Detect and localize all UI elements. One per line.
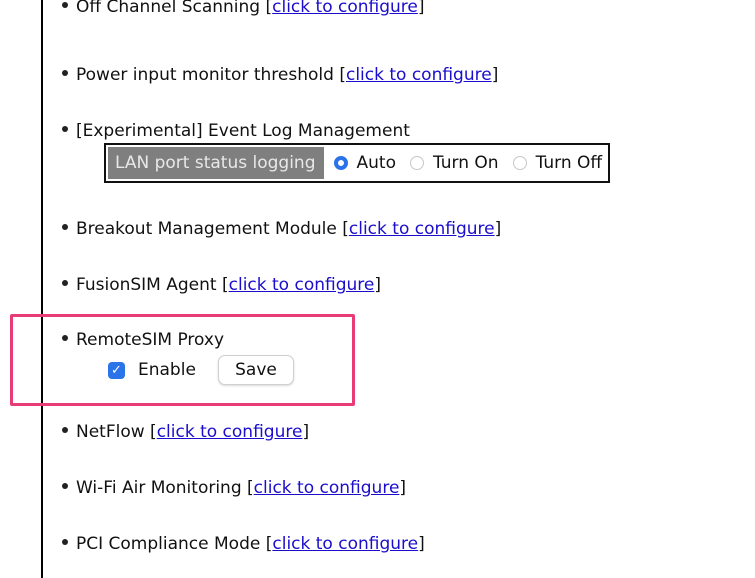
item-label: Wi-Fi Air Monitoring [76, 478, 242, 498]
list-item-netflow: NetFlow [click to configure] [62, 421, 309, 443]
list-item-off-channel-scanning: Off Channel Scanning [click to configure… [62, 0, 425, 18]
bullet-icon [62, 335, 68, 341]
power-input-monitor-configure-link[interactable]: click to configure [346, 65, 492, 85]
bullet-icon [62, 70, 68, 76]
bullet-icon [62, 539, 68, 545]
settings-page: Off Channel Scanning [click to configure… [0, 0, 755, 578]
list-item-breakout-management-module: Breakout Management Module [click to con… [62, 218, 501, 240]
lan-port-status-logging-label: LAN port status logging [108, 147, 324, 179]
list-item-wifi-air-monitoring: Wi-Fi Air Monitoring [click to configure… [62, 477, 406, 499]
netflow-configure-link[interactable]: click to configure [157, 422, 303, 442]
bullet-icon [62, 427, 68, 433]
radio-turn-off-label: Turn Off [535, 153, 603, 173]
remotesim-enable-checkbox[interactable]: ✓ [108, 362, 125, 379]
bullet-icon [62, 224, 68, 230]
lan-port-status-logging-table: LAN port status logging Auto Turn On Tur… [104, 143, 611, 183]
item-label: Power input monitor threshold [76, 65, 334, 85]
list-item-event-log-management: [Experimental] Event Log Management [62, 120, 410, 142]
item-label: NetFlow [76, 422, 145, 442]
pci-compliance-configure-link[interactable]: click to configure [272, 534, 418, 554]
radio-turn-on-label: Turn On [432, 153, 499, 173]
bullet-icon [62, 2, 68, 8]
list-item-pci-compliance-mode: PCI Compliance Mode [click to configure] [62, 533, 425, 555]
item-label: PCI Compliance Mode [76, 534, 261, 554]
breakout-management-configure-link[interactable]: click to configure [349, 219, 495, 239]
list-item-fusionsim-agent: FusionSIM Agent [click to configure] [62, 274, 381, 296]
fusionsim-agent-configure-link[interactable]: click to configure [229, 275, 375, 295]
left-border-rule [41, 0, 43, 578]
remotesim-save-button[interactable]: Save [218, 355, 294, 385]
bullet-icon [62, 126, 68, 132]
bullet-icon [62, 280, 68, 286]
wifi-air-monitoring-configure-link[interactable]: click to configure [254, 478, 400, 498]
item-label: Off Channel Scanning [76, 0, 261, 17]
radio-auto-label: Auto [356, 153, 396, 173]
radio-auto[interactable] [333, 156, 348, 170]
lan-port-status-logging-options: Auto Turn On Turn Off [326, 145, 609, 181]
item-label: Breakout Management Module [76, 219, 337, 239]
off-channel-scanning-configure-link[interactable]: click to configure [272, 0, 418, 17]
list-item-power-input-monitor: Power input monitor threshold [click to … [62, 64, 498, 86]
remotesim-enable-label: Enable [138, 360, 196, 380]
bullet-icon [62, 483, 68, 489]
radio-turn-off[interactable] [512, 156, 527, 170]
item-label: FusionSIM Agent [76, 275, 217, 295]
item-label: [Experimental] Event Log Management [76, 121, 410, 141]
item-label: RemoteSIM Proxy [76, 330, 225, 350]
radio-turn-on[interactable] [409, 156, 424, 170]
list-item-remotesim-proxy: RemoteSIM Proxy [62, 329, 224, 351]
